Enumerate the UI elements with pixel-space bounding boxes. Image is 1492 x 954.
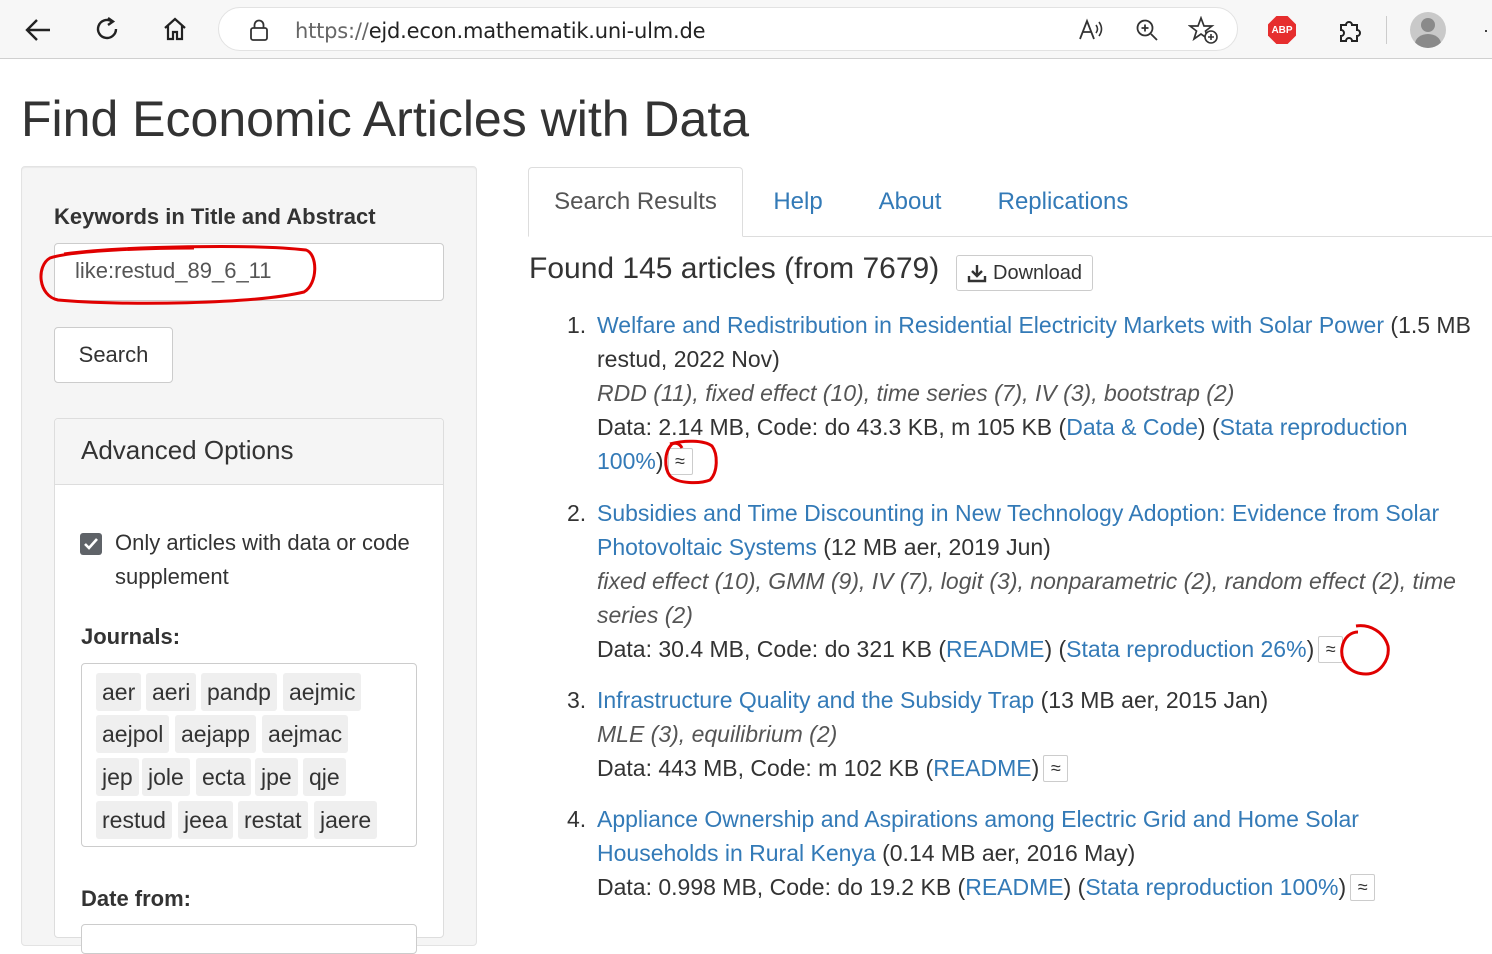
approx-button[interactable]: ≈ xyxy=(1318,636,1344,663)
results-count: Found 145 articles (from 7679) xyxy=(529,252,940,285)
approx-button[interactable]: ≈ xyxy=(1350,874,1376,901)
journal-chip[interactable]: jep xyxy=(96,758,139,796)
journal-chip[interactable]: jole xyxy=(142,758,190,796)
tab-help[interactable]: Help xyxy=(753,167,843,237)
data-code-link[interactable]: Data & Code xyxy=(1066,414,1198,440)
toolbar-divider xyxy=(1386,16,1387,44)
result-paren: ) ( xyxy=(1197,414,1220,440)
stata-reproduction-link[interactable]: Stata reproduction 100% xyxy=(1085,874,1338,900)
download-button[interactable]: Download xyxy=(956,255,1093,291)
result-paren: ) xyxy=(1306,636,1315,662)
result-meta: (0.14 MB aer, 2016 May) xyxy=(875,840,1136,866)
url-host: ejd.econ.mathematik.uni-ulm.de xyxy=(368,19,706,43)
tab-replications[interactable]: Replications xyxy=(982,167,1144,237)
journals-label: Journals: xyxy=(81,624,181,649)
journal-chip[interactable]: aejpol xyxy=(96,715,170,753)
journal-chip[interactable]: aejmac xyxy=(262,715,349,753)
stata-reproduction-link[interactable]: Stata reproduction 26% xyxy=(1066,636,1306,662)
approx-button[interactable]: ≈ xyxy=(1043,755,1069,782)
journal-chip[interactable]: aer xyxy=(96,673,142,711)
download-label: Download xyxy=(993,261,1082,284)
browser-toolbar: https://ejd.econ.mathematik.uni-ulm.de A… xyxy=(0,0,1492,59)
journal-chip[interactable]: jaere xyxy=(314,801,378,839)
journal-chip[interactable]: restat xyxy=(238,801,308,839)
extensions-icon[interactable] xyxy=(1334,14,1366,46)
advanced-options-title: Advanced Options xyxy=(81,435,294,465)
journal-chip[interactable]: pandp xyxy=(201,673,277,711)
result-data-info: Data: 30.4 MB, Code: do 321 KB ( xyxy=(597,636,947,662)
date-from-label: Date from: xyxy=(81,886,192,911)
readme-link[interactable]: README xyxy=(965,874,1063,900)
search-button[interactable]: Search xyxy=(54,327,173,383)
result-meta: (12 MB aer, 2019 Jun) xyxy=(816,534,1051,560)
only-data-checkbox[interactable] xyxy=(80,533,102,555)
result-meta: (13 MB aer, 2015 Jan) xyxy=(1034,687,1269,713)
result-paren: ) xyxy=(1338,874,1347,900)
result-data-info: Data: 2.14 MB, Code: do 43.3 KB, m 105 K… xyxy=(597,414,1067,440)
journal-chip[interactable]: jeea xyxy=(178,801,234,839)
result-item: 2. Subsidies and Time Discounting in New… xyxy=(567,496,1477,666)
page-title: Find Economic Articles with Data xyxy=(21,91,750,147)
journal-chip[interactable]: aejapp xyxy=(175,715,257,753)
abp-label: ABP xyxy=(1271,24,1293,36)
advanced-options-header[interactable]: Advanced Options xyxy=(55,419,443,485)
result-item: 1. Welfare and Redistribution in Residen… xyxy=(567,308,1477,478)
adblock-plus-icon[interactable]: ABP xyxy=(1268,16,1296,44)
approx-button[interactable]: ≈ xyxy=(667,448,693,475)
back-arrow-icon[interactable] xyxy=(22,14,54,46)
reload-icon[interactable] xyxy=(90,12,124,46)
only-data-label: Only articles with data or code suppleme… xyxy=(115,530,410,589)
result-paren: ) xyxy=(655,448,664,474)
result-number: 4. xyxy=(567,806,587,832)
keywords-label: Keywords in Title and Abstract xyxy=(54,204,376,229)
result-data-info: Data: 443 MB, Code: m 102 KB ( xyxy=(597,755,934,781)
date-from-input[interactable] xyxy=(81,924,417,954)
result-paren: ) xyxy=(1031,755,1040,781)
result-tags: RDD (11), fixed effect (10), time series… xyxy=(597,380,1235,406)
profile-avatar-icon[interactable] xyxy=(1410,12,1446,48)
lock-icon[interactable] xyxy=(247,18,271,42)
journals-select[interactable]: aer aeri pandp aejmic aejpol aejapp aejm… xyxy=(81,663,417,847)
journal-chip[interactable]: aejmic xyxy=(283,673,362,711)
keywords-input[interactable]: like:restud_89_6_11 xyxy=(54,243,444,301)
readme-link[interactable]: README xyxy=(933,755,1031,781)
add-favorite-icon[interactable] xyxy=(1187,16,1219,44)
result-data-info: Data: 0.998 MB, Code: do 19.2 KB ( xyxy=(597,874,966,900)
tab-about[interactable]: About xyxy=(862,167,958,237)
download-icon xyxy=(967,265,987,283)
zoom-icon[interactable] xyxy=(1133,17,1161,43)
result-tags: MLE (3), equilibrium (2) xyxy=(597,721,838,747)
journal-chip[interactable]: jpe xyxy=(255,758,298,796)
url-scheme: https:// xyxy=(295,19,369,43)
read-aloud-icon[interactable] xyxy=(1077,17,1105,43)
journal-chip[interactable]: restud xyxy=(96,801,172,839)
result-tags: fixed effect (10), GMM (9), IV (7), logi… xyxy=(597,568,1456,628)
url-text[interactable]: https://ejd.econ.mathematik.uni-ulm.de xyxy=(295,19,706,43)
result-item: 3. Infrastructure Quality and the Subsid… xyxy=(567,683,1477,785)
result-title-link[interactable]: Infrastructure Quality and the Subsidy T… xyxy=(597,687,1034,713)
journal-chip[interactable]: ecta xyxy=(196,758,252,796)
tab-search-results[interactable]: Search Results xyxy=(528,167,743,237)
result-item: 4. Appliance Ownership and Aspirations a… xyxy=(567,802,1477,904)
address-bar[interactable]: https://ejd.econ.mathematik.uni-ulm.de xyxy=(218,7,1238,51)
home-icon[interactable] xyxy=(158,12,192,46)
readme-link[interactable]: README xyxy=(946,636,1044,662)
result-number: 3. xyxy=(567,687,587,713)
result-paren: ) ( xyxy=(1044,636,1067,662)
more-menu-icon[interactable]: · xyxy=(1480,20,1492,40)
result-number: 1. xyxy=(567,312,587,338)
result-title-link[interactable]: Welfare and Redistribution in Residentia… xyxy=(597,312,1384,338)
journal-chip[interactable]: aeri xyxy=(146,673,197,711)
journal-chip[interactable]: qje xyxy=(303,758,346,796)
result-paren: ) ( xyxy=(1063,874,1086,900)
result-number: 2. xyxy=(567,500,587,526)
